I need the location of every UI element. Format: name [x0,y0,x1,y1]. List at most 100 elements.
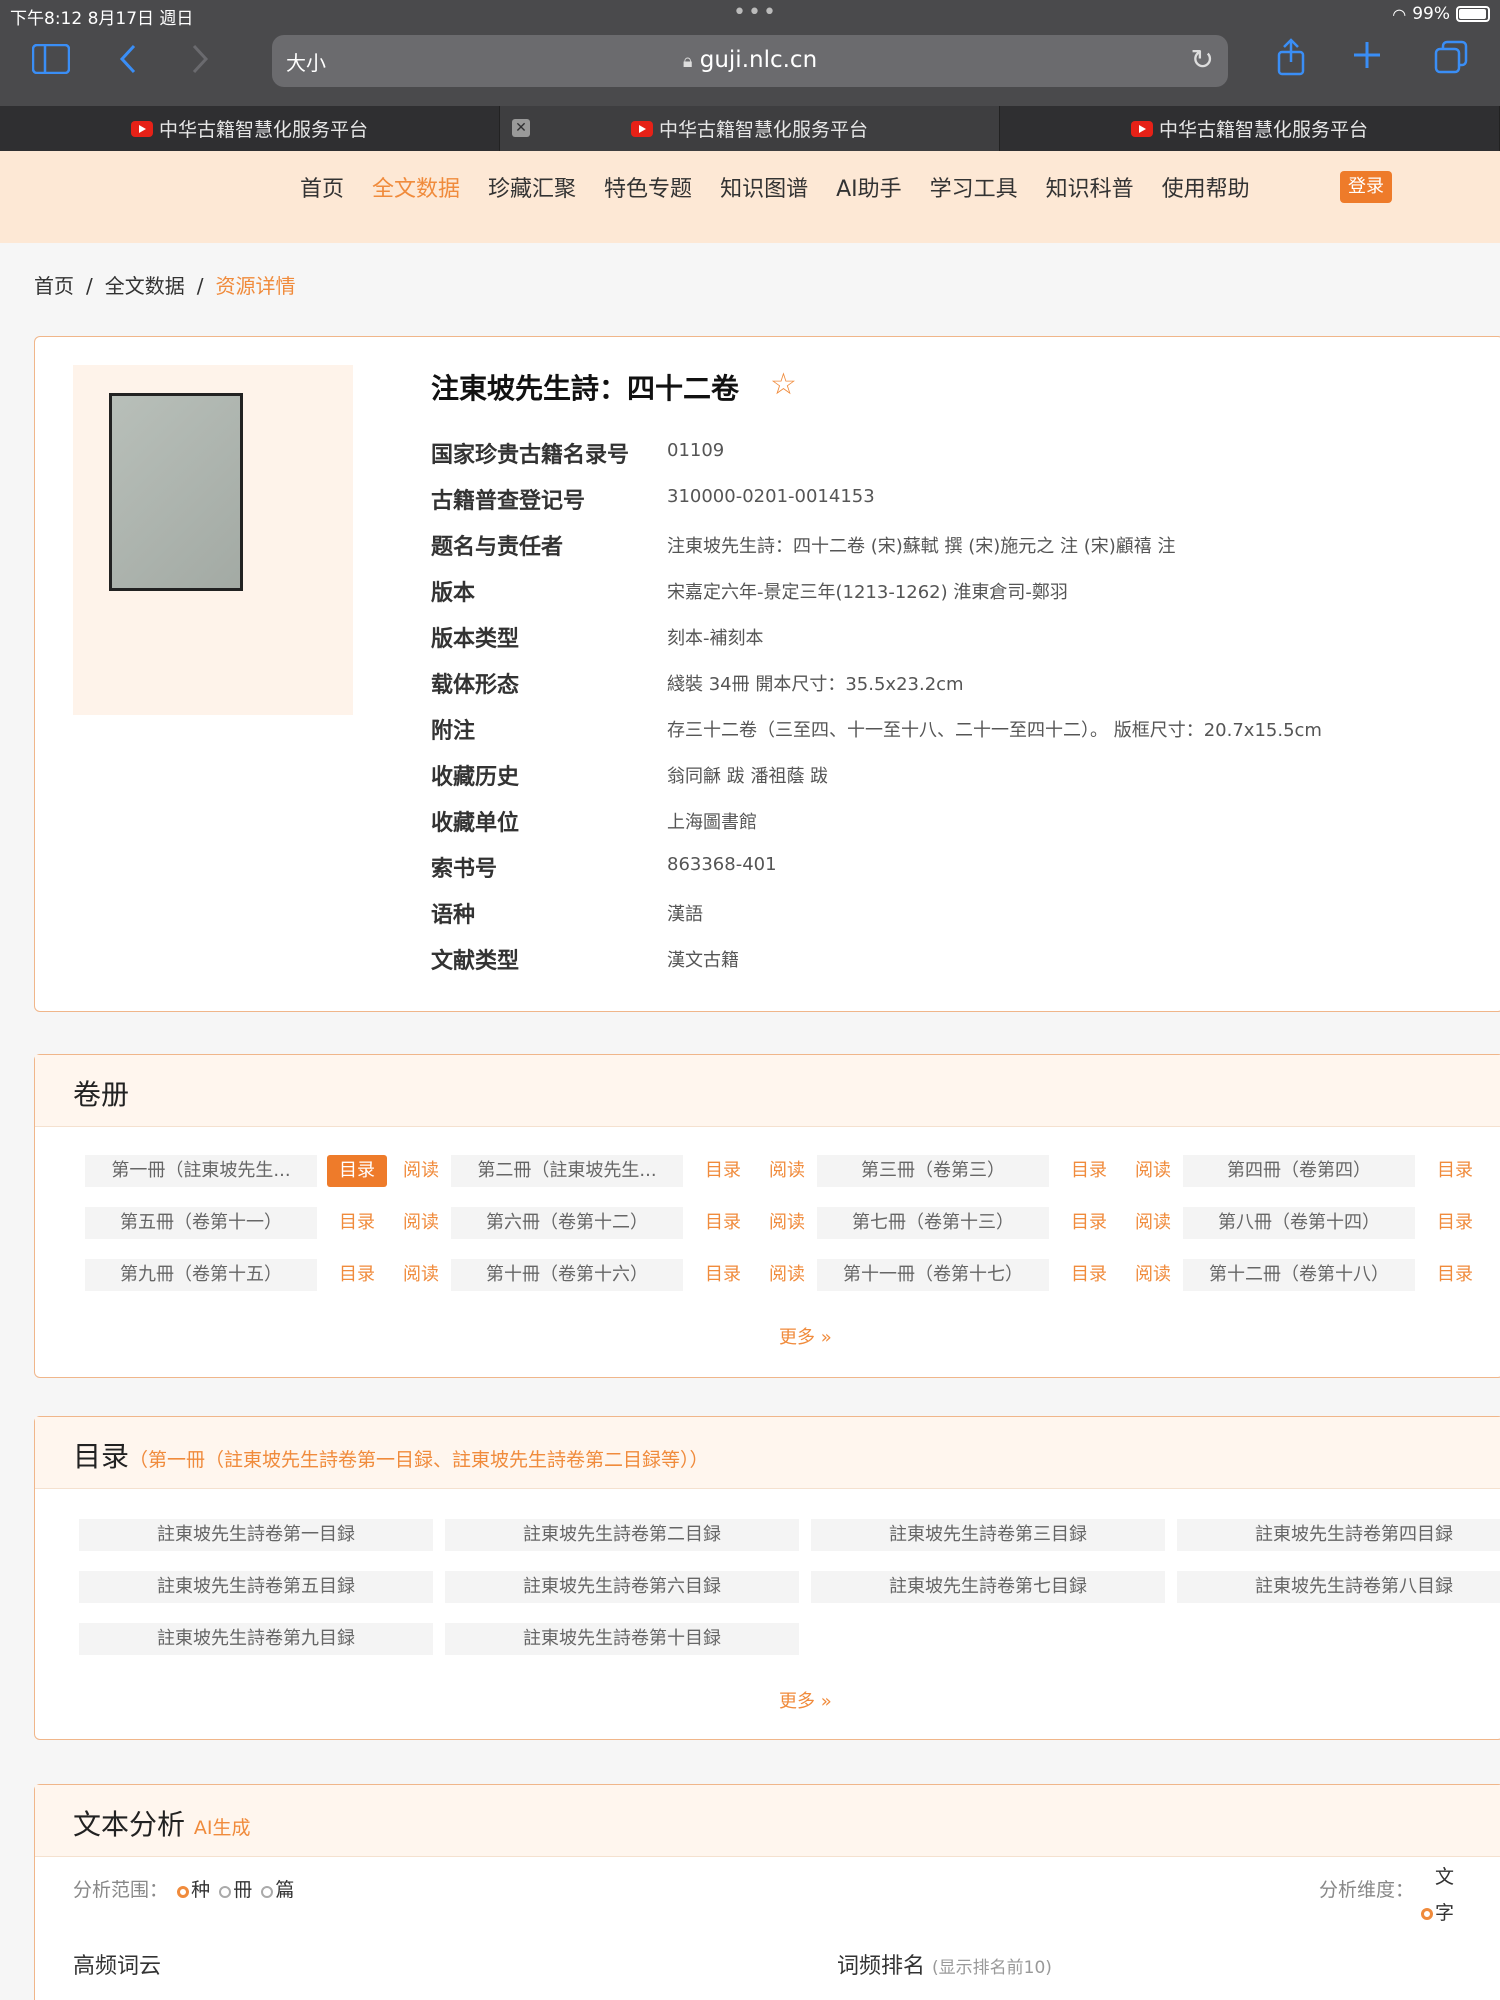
field-value: 漢文古籍 [667,950,739,971]
lock-icon: 🔒︎ [682,51,693,72]
login-button[interactable]: 登录 [1340,171,1392,203]
toc-item[interactable]: 註東坡先生詩卷第八目録 [1177,1571,1500,1603]
toc-item[interactable]: 註東坡先生詩卷第五目録 [79,1571,433,1603]
tab-3[interactable]: 中华古籍智慧化服务平台 [1000,106,1500,151]
star-icon[interactable]: ☆ [770,367,797,402]
toc-item[interactable]: 註東坡先生詩卷第七目録 [811,1571,1165,1603]
volume-name[interactable]: 第七冊（卷第十三） [817,1207,1049,1239]
volume-read-button[interactable]: 阅读 [1123,1155,1183,1187]
field-label: 载体形态 [431,673,520,698]
volume-toc-button[interactable]: 目录 [1059,1155,1119,1187]
multitask-dots[interactable]: ••• [733,0,778,25]
nav-item-science[interactable]: 知识科普 [1046,171,1134,203]
nav-item-topics[interactable]: 特色专题 [604,171,692,203]
toc-header: 目录（第一冊（註東坡先生詩卷第一目録、註東坡先生詩卷第二目録等）） [35,1417,1500,1489]
toc-more-link[interactable]: 更多 » [779,1687,832,1713]
toc-item[interactable]: 註東坡先生詩卷第四目録 [1177,1519,1500,1551]
toc-item[interactable]: 註東坡先生詩卷第六目録 [445,1571,799,1603]
volume-read-button[interactable]: 阅读 [1489,1155,1500,1187]
close-tab-icon[interactable]: ✕ [512,119,530,137]
volume-name[interactable]: 第一冊（註東坡先生... [85,1155,317,1187]
scope-radio-chapter[interactable] [261,1885,274,1898]
scope-option[interactable]: 种 [191,1879,210,1901]
volume-name[interactable]: 第九冊（卷第十五） [85,1259,317,1291]
volume-read-button[interactable]: 阅读 [1489,1259,1500,1291]
field-label: 附注 [431,719,476,744]
sidebar-icon[interactable] [31,43,71,80]
volume-toc-button[interactable]: 目录 [1425,1155,1485,1187]
back-icon[interactable] [118,42,138,82]
tab-label: 中华古籍智慧化服务平台 [158,119,368,141]
dimension-radio[interactable] [1421,1907,1433,1920]
nav-items: 首页 全文数据 珍藏汇聚 特色专题 知识图谱 AI助手 学习工具 知识科普 使用… [300,171,1250,203]
scope-radio-volume[interactable] [219,1885,232,1898]
nav-item-ai-assistant[interactable]: AI助手 [836,171,902,203]
new-tab-icon[interactable] [1352,40,1382,76]
volume-read-button[interactable]: 阅读 [757,1207,817,1239]
volume-toc-button[interactable]: 目录 [693,1259,753,1291]
volume-read-button[interactable]: 阅读 [391,1207,451,1239]
tab-2[interactable]: ✕ 中华古籍智慧化服务平台 [500,106,1000,151]
tabs-overview-icon[interactable] [1434,40,1468,80]
volume-read-button[interactable]: 阅读 [1489,1207,1500,1239]
volume-toc-button[interactable]: 目录 [327,1259,387,1291]
breadcrumb-section[interactable]: 全文数据 [105,274,185,298]
freq-rank-title: 词频排名 [837,1954,926,1979]
share-icon[interactable] [1276,38,1306,82]
volume-toc-button[interactable]: 目录 [327,1155,387,1187]
nav-item-fulltext[interactable]: 全文数据 [372,171,460,203]
volumes-card: 卷册 第一冊（註東坡先生... 目录 阅读 第二冊（註東坡先生... 目录 阅读 第三冊（卷… [34,1054,1500,1378]
book-cover-thumbnail[interactable] [109,393,243,591]
volume-toc-button[interactable]: 目录 [693,1207,753,1239]
volume-read-button[interactable]: 阅读 [757,1155,817,1187]
volume-name[interactable]: 第三冊（卷第三） [817,1155,1049,1187]
volume-read-button[interactable]: 阅读 [391,1259,451,1291]
tab-1[interactable]: 中华古籍智慧化服务平台 [0,106,500,151]
volume-name[interactable]: 第十冊（卷第十六） [451,1259,683,1291]
volume-toc-button[interactable]: 目录 [327,1207,387,1239]
volume-read-button[interactable]: 阅读 [1123,1207,1183,1239]
status-right: ◠ 99% [1392,4,1490,24]
volume-toc-button[interactable]: 目录 [1425,1207,1485,1239]
volume-name[interactable]: 第十一冊（卷第十七） [817,1259,1049,1291]
volume-read-button[interactable]: 阅读 [1123,1259,1183,1291]
dimension-option[interactable]: 文 [1417,1859,1454,1895]
nav-item-study-tools[interactable]: 学习工具 [930,171,1018,203]
volume-toc-button[interactable]: 目录 [1425,1259,1485,1291]
nav-item-home[interactable]: 首页 [300,171,344,203]
address-bar[interactable]: 大小 🔒︎ guji.nlc.cn ↻ [272,35,1228,87]
field-label: 语种 [431,903,476,928]
toc-item[interactable]: 註東坡先生詩卷第二目録 [445,1519,799,1551]
forward-icon[interactable] [190,42,210,82]
volume-name[interactable]: 第二冊（註東坡先生... [451,1155,683,1187]
volume-toc-button[interactable]: 目录 [693,1155,753,1187]
volume-toc-button[interactable]: 目录 [1059,1207,1119,1239]
field-value: 存三十二卷（三至四、十一至十八、二十一至四十二）。 版框尺寸：20.7x15.5… [667,720,1322,741]
field-value: 綫裝 34冊 開本尺寸：35.5x23.2cm [667,674,964,695]
volume-read-button[interactable]: 阅读 [757,1259,817,1291]
toc-item[interactable]: 註東坡先生詩卷第九目録 [79,1623,433,1655]
volume-name[interactable]: 第五冊（卷第十一） [85,1207,317,1239]
breadcrumb-home[interactable]: 首页 [34,274,74,298]
scope-option[interactable]: 篇 [275,1879,294,1901]
dimension-option[interactable]: 字 [1435,1902,1454,1924]
breadcrumb: 首页 / 全文数据 / 资源详情 [34,274,296,298]
nav-item-collection[interactable]: 珍藏汇聚 [488,171,576,203]
scope-option[interactable]: 冊 [233,1879,252,1901]
volume-toc-button[interactable]: 目录 [1059,1259,1119,1291]
toc-item[interactable]: 註東坡先生詩卷第一目録 [79,1519,433,1551]
volumes-more-link[interactable]: 更多 » [779,1323,832,1349]
nav-item-help[interactable]: 使用帮助 [1162,171,1250,203]
scope-radio-kind[interactable] [177,1885,190,1898]
volume-name[interactable]: 第六冊（卷第十二） [451,1207,683,1239]
toc-title-wrap: 目录（第一冊（註東坡先生詩卷第一目録、註東坡先生詩卷第二目録等）） [73,1435,709,1475]
volume-read-button[interactable]: 阅读 [391,1155,451,1187]
youtube-icon [1130,120,1153,137]
volume-name[interactable]: 第八冊（卷第十四） [1183,1207,1415,1239]
toc-item[interactable]: 註東坡先生詩卷第三目録 [811,1519,1165,1551]
reload-icon[interactable]: ↻ [1191,43,1214,76]
volume-name[interactable]: 第四冊（卷第四） [1183,1155,1415,1187]
volume-name[interactable]: 第十二冊（卷第十八） [1183,1259,1415,1291]
toc-item[interactable]: 註東坡先生詩卷第十目録 [445,1623,799,1655]
nav-item-knowledge-graph[interactable]: 知识图谱 [720,171,808,203]
